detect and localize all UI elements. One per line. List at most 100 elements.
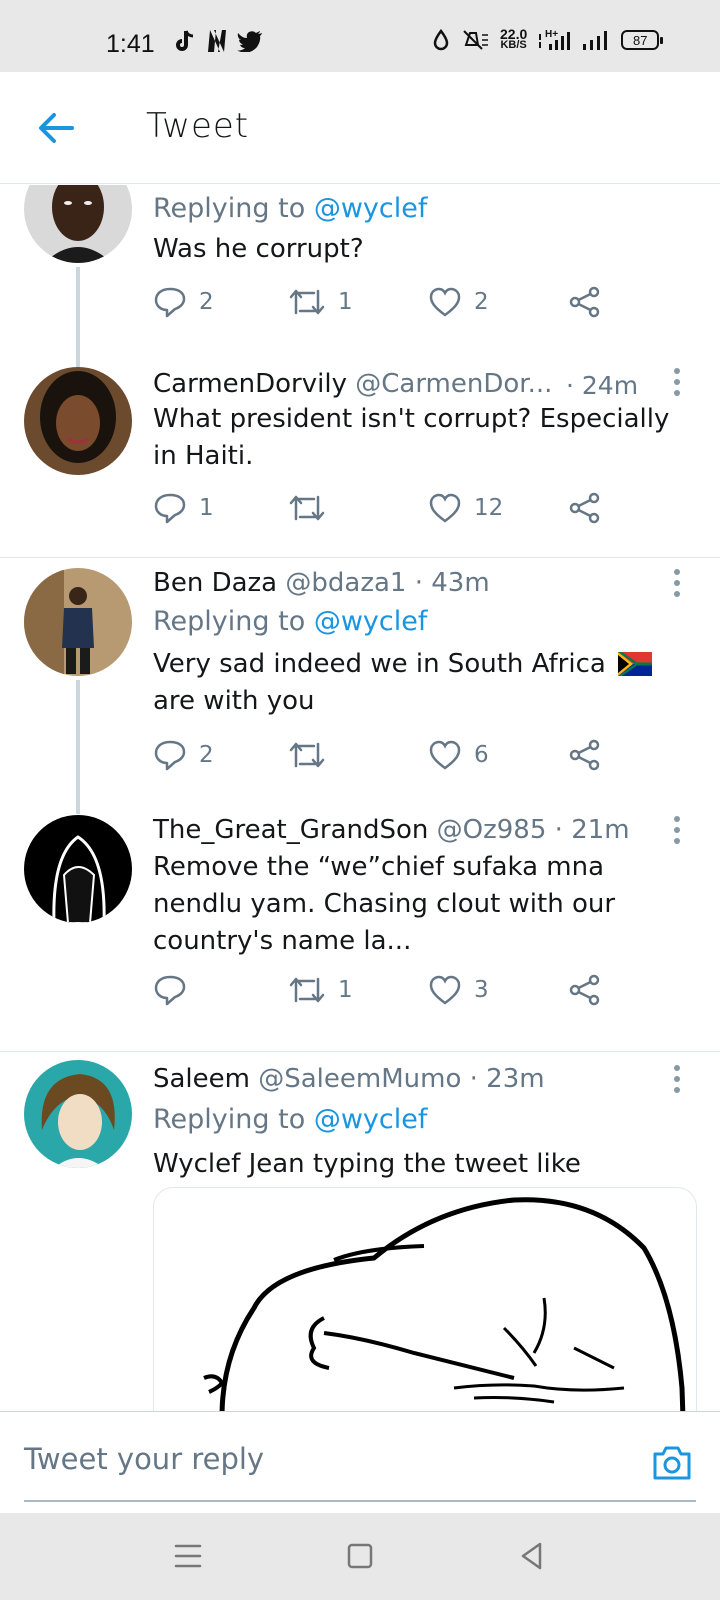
reply-count: 2 (199, 742, 214, 768)
reply-button[interactable]: 2 (153, 285, 214, 319)
svg-text:H+: H+ (545, 29, 558, 40)
reply-timeline[interactable]: Replying to @wyclef Was he corrupt? 2 1 … (0, 185, 720, 1411)
author-name[interactable]: Ben Daza (153, 568, 277, 598)
more-icon[interactable] (672, 1064, 682, 1094)
like-button[interactable]: 3 (428, 973, 489, 1007)
tweet-text: What president isn't corrupt? Especially… (153, 404, 670, 471)
status-time: 1:41 (106, 30, 155, 58)
tweet-time: · 43m (414, 568, 490, 598)
tweet-item[interactable]: CarmenDorvily @CarmenDor... · 24m What p… (0, 355, 720, 545)
reply-composer: Tweet your reply (0, 1411, 720, 1513)
share-icon (569, 286, 600, 318)
reply-icon (154, 975, 186, 1006)
tweet-text: Wyclef Jean typing the tweet like (153, 1149, 581, 1179)
reply-input[interactable]: Tweet your reply (24, 1442, 264, 1476)
data-saver-icon (433, 29, 449, 51)
notification-icons (175, 28, 263, 54)
page-title: Tweet (146, 106, 250, 146)
replying-to: Replying to @wyclef (153, 1104, 428, 1135)
tweet-text: Was he corrupt? (153, 234, 364, 264)
camera-icon[interactable] (651, 1442, 693, 1484)
back-arrow-icon[interactable] (36, 108, 76, 148)
battery-icon: 87 (621, 30, 664, 50)
retweet-button[interactable]: 1 (288, 973, 353, 1007)
reply-button[interactable] (153, 973, 199, 1007)
mention-link[interactable]: @wyclef (314, 606, 428, 637)
tweet-actions: 2 1 2 (153, 285, 613, 325)
avatar[interactable] (24, 1060, 132, 1168)
tiktok-icon (176, 30, 194, 51)
tweet-author-row: The_Great_GrandSon @Oz985 · 21m (153, 815, 630, 845)
tweet-item[interactable]: Replying to @wyclef Was he corrupt? 2 1 … (0, 185, 720, 367)
tweet-time: · 21m (554, 815, 630, 845)
reply-icon (154, 740, 186, 771)
thread-line (76, 267, 80, 367)
tweet-item[interactable]: Saleem @SaleemMumo · 23m Replying to @wy… (0, 1052, 720, 1411)
more-icon[interactable] (672, 568, 682, 598)
retweet-icon (289, 742, 325, 768)
reply-input-underline (24, 1500, 696, 1502)
like-icon (429, 287, 461, 317)
network-speed: 22.0 KB/S (500, 26, 528, 51)
reply-button[interactable]: 2 (153, 738, 214, 772)
retweet-button[interactable]: 1 (288, 285, 353, 319)
author-name[interactable]: CarmenDorvily (153, 369, 347, 399)
avatar[interactable] (24, 568, 132, 676)
back-icon[interactable] (514, 1538, 550, 1574)
reply-icon (154, 287, 186, 318)
retweet-count: 1 (338, 977, 353, 1003)
share-icon (569, 739, 600, 771)
like-count: 3 (474, 977, 489, 1003)
home-icon[interactable] (342, 1538, 378, 1574)
signal-icon (583, 31, 608, 50)
retweet-icon (289, 289, 325, 315)
more-icon[interactable] (672, 367, 682, 397)
share-button[interactable] (568, 738, 602, 772)
share-icon (569, 974, 600, 1006)
author-handle[interactable]: @Oz985 (437, 815, 547, 845)
like-button[interactable]: 6 (428, 738, 489, 772)
meme-drawing (203, 1197, 686, 1411)
tweet-time: · 24m (566, 371, 639, 400)
tweet-time: · 23m (469, 1064, 545, 1094)
share-button[interactable] (568, 491, 602, 525)
tweet-item[interactable]: Ben Daza @bdaza1 · 43m Replying to @wycl… (0, 558, 720, 814)
retweet-button[interactable] (288, 738, 338, 772)
author-name[interactable]: Saleem (153, 1064, 250, 1094)
avatar[interactable] (24, 815, 132, 923)
tweet-text: Remove the “we”chief sufaka mna nendlu y… (153, 852, 616, 956)
mute-icon (463, 30, 488, 50)
south-africa-flag-icon (618, 652, 653, 676)
like-count: 2 (474, 289, 489, 315)
reply-button[interactable]: 1 (153, 491, 214, 525)
author-name[interactable]: The_Great_GrandSon (153, 815, 428, 845)
netflix-icon (208, 30, 226, 52)
top-app-bar: Tweet (0, 72, 720, 184)
author-handle[interactable]: @CarmenDor... (355, 369, 552, 399)
tweet-author-row: Ben Daza @bdaza1 · 43m (153, 568, 490, 598)
system-status-icons: 22.0 KB/S H+ 87 (432, 26, 664, 52)
system-navigation-bar (0, 1513, 720, 1600)
tweet-item[interactable]: The_Great_GrandSon @Oz985 · 21m Remove t… (0, 803, 720, 1043)
avatar[interactable] (24, 367, 132, 475)
retweet-button[interactable] (288, 491, 338, 525)
twitter-status-icon (237, 31, 262, 52)
menu-icon[interactable] (170, 1538, 206, 1574)
thread-line (76, 680, 80, 814)
author-handle[interactable]: @bdaza1 (285, 568, 406, 598)
mention-link[interactable]: @wyclef (314, 193, 428, 224)
mention-link[interactable]: @wyclef (314, 1104, 428, 1135)
share-button[interactable] (568, 973, 602, 1007)
author-handle[interactable]: @SaleemMumo (258, 1064, 461, 1094)
share-button[interactable] (568, 285, 602, 319)
tweet-author-row: CarmenDorvily @CarmenDor... (153, 369, 552, 399)
like-button[interactable]: 12 (428, 491, 503, 525)
avatar[interactable] (24, 185, 132, 263)
tweet-actions: 1 12 (153, 491, 613, 531)
like-icon (429, 975, 461, 1005)
like-button[interactable]: 2 (428, 285, 489, 319)
tweet-actions: 2 6 (153, 738, 613, 778)
tweet-media-image[interactable] (153, 1187, 697, 1411)
more-icon[interactable] (672, 815, 682, 845)
signal-h-plus-icon: H+ (539, 29, 571, 50)
